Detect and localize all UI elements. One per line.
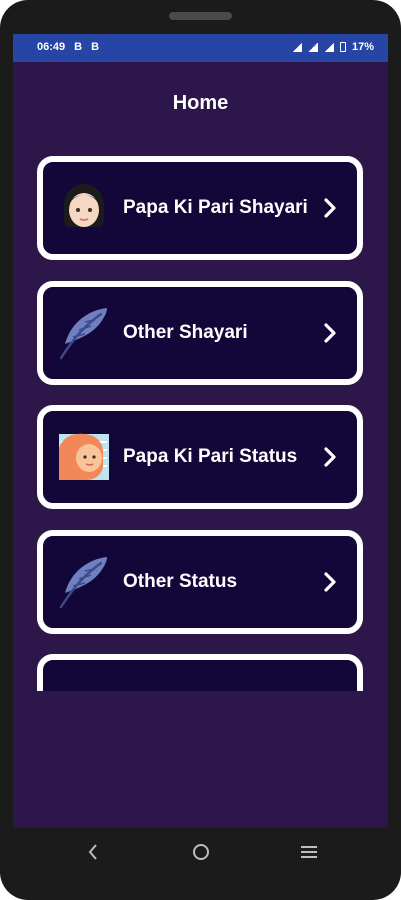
status-bar: 06:49 B B 17%	[13, 34, 388, 62]
wifi-signal-icon	[291, 42, 302, 52]
notification-icon-b: B	[91, 41, 100, 53]
earpiece-speaker	[169, 12, 232, 20]
menu-card-papa-ki-pari-status[interactable]: Papa Ki Pari Status	[37, 405, 363, 509]
feather-icon	[55, 304, 113, 362]
girl-avatar-icon	[55, 428, 113, 486]
menu-card-label: Papa Ki Pari Shayari	[123, 197, 308, 218]
recents-lines-icon	[301, 846, 317, 858]
menu-card-other-status[interactable]: Other Status	[37, 530, 363, 634]
menu-card-label: Other Shayari	[123, 322, 248, 343]
notification-icon-b: B	[74, 41, 83, 53]
battery-icon	[339, 42, 346, 52]
battery-percent: 17%	[351, 41, 374, 53]
menu-card-partial[interactable]	[37, 654, 363, 691]
feather-icon	[55, 553, 113, 611]
chevron-right-icon	[315, 437, 345, 477]
menu-card-other-shayari[interactable]: Other Shayari	[37, 281, 363, 385]
home-button[interactable]	[186, 838, 216, 866]
chevron-right-icon	[315, 188, 345, 228]
app-screen: 06:49 B B 17% Home Papa Ki Pari Shayari …	[13, 34, 388, 828]
chevron-right-icon	[315, 562, 345, 602]
page-title: Home	[172, 92, 229, 114]
phone-frame: 06:49 B B 17% Home Papa Ki Pari Shayari …	[0, 0, 401, 900]
cell-signal-icon	[323, 42, 334, 52]
back-chevron-icon	[88, 844, 97, 860]
menu-card-papa-ki-pari-shayari[interactable]: Papa Ki Pari Shayari	[37, 156, 363, 260]
status-time: 06:49	[37, 41, 66, 53]
chevron-right-icon	[315, 313, 345, 353]
menu-list[interactable]: Papa Ki Pari Shayari Other Shayari Papa …	[13, 156, 388, 691]
girl-face-icon	[55, 179, 113, 237]
back-button[interactable]	[78, 838, 108, 866]
menu-card-label: Papa Ki Pari Status	[123, 446, 298, 467]
system-nav-bar	[0, 828, 401, 874]
recents-button[interactable]	[294, 838, 324, 866]
menu-card-label: Other Status	[123, 571, 238, 592]
cell-signal-icon	[307, 42, 318, 52]
emoji-icon	[55, 677, 113, 691]
home-circle-icon	[193, 844, 209, 860]
